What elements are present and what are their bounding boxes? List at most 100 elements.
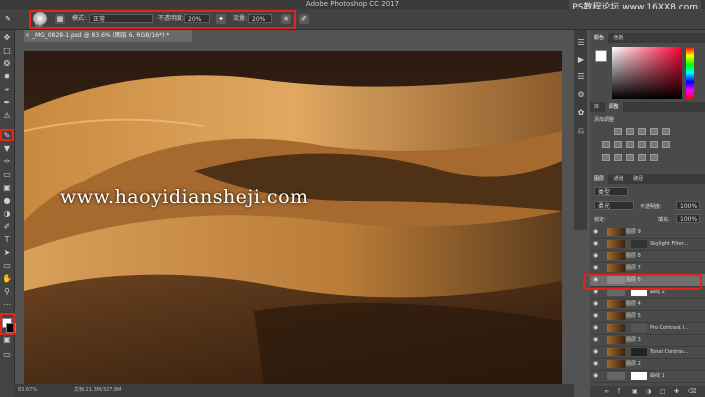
hue-saturation-icon[interactable] — [602, 141, 610, 148]
layer-opacity-field[interactable]: 100% — [676, 201, 700, 210]
brightness-contrast-icon[interactable] — [614, 128, 622, 135]
tools-panel: ✥ □ ❂ ✹ ⌖ ✒ ⚠ ✎ ▼ ✑ ▭ ▣ ● ◑ ✐ T ➤ ▭ ✋ ⚲ … — [0, 30, 15, 397]
visibility-eye-icon[interactable]: ◉ — [593, 346, 600, 358]
exposure-icon[interactable] — [650, 128, 658, 135]
image-canvas[interactable] — [24, 51, 562, 384]
visibility-eye-icon[interactable]: ◉ — [593, 298, 600, 310]
visibility-eye-icon[interactable]: ◉ — [593, 358, 600, 370]
visibility-eye-icon[interactable]: ◉ — [593, 334, 600, 346]
posterize-icon[interactable] — [614, 154, 622, 161]
visibility-eye-icon[interactable]: ◉ — [593, 238, 600, 250]
layer-name: 图层 5 — [626, 313, 641, 319]
move-tool-icon[interactable]: ✥ — [2, 33, 12, 43]
selective-color-icon[interactable] — [650, 154, 658, 161]
type-tool-icon[interactable]: T — [2, 235, 12, 245]
shape-tool-icon[interactable]: ▭ — [2, 261, 12, 271]
fg-bg-mini-swatch[interactable] — [595, 50, 607, 62]
screen-mode-icon[interactable]: ▭ — [2, 350, 12, 360]
new-layer-icon[interactable]: ✚ — [674, 386, 679, 397]
properties-panel-icon[interactable]: ☰ — [576, 72, 586, 82]
tab-channels[interactable]: 通道 — [610, 174, 628, 184]
document-tab[interactable]: × _MG_0828-1.psd @ 83.6% (图层 6, RGB/16*)… — [24, 30, 192, 42]
clone-source-panel-icon[interactable]: ⎌ — [576, 126, 586, 136]
tab-swatches[interactable]: 色板 — [610, 33, 628, 43]
color-picker-field[interactable] — [612, 47, 682, 99]
layer-thumbnail — [607, 300, 625, 308]
pressure-size-icon[interactable]: ✐ — [299, 14, 309, 24]
dodge-tool-icon[interactable]: ◑ — [2, 209, 12, 219]
black-white-icon[interactable] — [626, 141, 634, 148]
tab-libraries[interactable]: 库 — [590, 102, 603, 112]
fill-label: 填充: — [658, 217, 670, 223]
fx-icon[interactable]: f — [618, 386, 620, 397]
blend-mode-select[interactable]: 柔光 — [594, 201, 634, 210]
layer-thumbnail — [607, 360, 625, 368]
marquee-tool-icon[interactable]: □ — [2, 46, 12, 56]
visibility-eye-icon[interactable]: ◉ — [593, 262, 600, 274]
photo-filter-icon[interactable] — [638, 141, 646, 148]
gradient-map-icon[interactable] — [638, 154, 646, 161]
zoom-level[interactable]: 83.67% — [18, 384, 37, 397]
color-lookup-icon[interactable] — [662, 141, 670, 148]
visibility-eye-icon[interactable]: ◉ — [593, 226, 600, 238]
levels-icon[interactable] — [626, 128, 634, 135]
quick-select-tool-icon[interactable]: ✹ — [2, 72, 12, 82]
lasso-tool-icon[interactable]: ❂ — [2, 59, 12, 69]
brush-tool-highlight-box — [0, 129, 14, 141]
channel-mixer-icon[interactable] — [650, 141, 658, 148]
layer-thumbnail — [607, 324, 625, 332]
layer-row[interactable]: ◉ 曲线 1 — [590, 370, 705, 383]
zoom-tool-icon[interactable]: ⚲ — [2, 287, 12, 297]
visibility-eye-icon[interactable]: ◉ — [593, 250, 600, 262]
path-selection-tool-icon[interactable]: ➤ — [2, 248, 12, 258]
quick-mask-icon[interactable]: ▣ — [2, 335, 12, 345]
layer-name: 图层 4 — [626, 301, 641, 307]
invert-icon[interactable] — [602, 154, 610, 161]
hue-slider[interactable] — [686, 47, 694, 99]
info-panel-icon[interactable]: ⚙ — [576, 90, 586, 100]
actions-panel-icon[interactable]: ▶ — [576, 55, 586, 65]
close-tab-icon[interactable]: × — [25, 30, 30, 42]
eraser-tool-icon[interactable]: ▭ — [2, 170, 12, 180]
brush-tool-icon[interactable]: ✎ — [3, 14, 13, 24]
color-balance-icon[interactable] — [614, 141, 622, 148]
history-panel-icon[interactable]: ☰ — [576, 38, 586, 48]
crop-tool-icon[interactable]: ⌖ — [2, 85, 12, 95]
blur-tool-icon[interactable]: ● — [2, 196, 12, 206]
pen-tool-icon[interactable]: ✐ — [2, 222, 12, 232]
layer-thumbnail — [607, 348, 625, 356]
new-group-icon[interactable]: □ — [660, 386, 666, 397]
layer-thumbnail — [607, 240, 625, 248]
layer-thumbnail — [607, 264, 625, 272]
vibrance-icon[interactable] — [662, 128, 670, 135]
layer-name: 图层 7 — [626, 265, 641, 271]
visibility-eye-icon[interactable]: ◉ — [593, 322, 600, 334]
threshold-icon[interactable] — [626, 154, 634, 161]
layer-kind-filter[interactable]: 类型 — [594, 187, 628, 196]
layers-list: ◉ 图层 9 ◉ Skylight Filter... ◉ 图层 8 ◉ 图层 7 ◉ 图… — [590, 226, 705, 386]
eyedropper-tool-icon[interactable]: ✒ — [2, 98, 12, 108]
new-adjustment-icon[interactable]: ◑ — [646, 386, 651, 397]
tab-color[interactable]: 颜色 — [590, 33, 609, 43]
visibility-eye-icon[interactable]: ◉ — [593, 370, 600, 382]
brush-panel-icon[interactable]: ✿ — [576, 108, 586, 118]
add-mask-icon[interactable]: ▣ — [632, 386, 638, 397]
layer-mask-thumbnail — [631, 324, 647, 332]
layer-name: Skylight Filter... — [650, 241, 689, 247]
healing-brush-tool-icon[interactable]: ⚠ — [2, 111, 12, 121]
tab-layers[interactable]: 图层 — [590, 174, 609, 184]
site-watermark-overlay: www.haoyidiansheji.com — [60, 186, 309, 208]
layer-thumbnail — [607, 252, 625, 260]
tab-paths[interactable]: 路径 — [629, 174, 647, 184]
fill-field[interactable]: 100% — [676, 214, 700, 223]
tab-adjustments[interactable]: 调整 — [604, 102, 623, 112]
clone-stamp-tool-icon[interactable]: ▼ — [2, 144, 12, 154]
history-brush-tool-icon[interactable]: ✑ — [2, 157, 12, 167]
delete-layer-icon[interactable]: ⌫ — [688, 386, 696, 397]
more-tools-icon[interactable]: ⋯ — [2, 300, 12, 310]
curves-icon[interactable] — [638, 128, 646, 135]
visibility-eye-icon[interactable]: ◉ — [593, 310, 600, 322]
hand-tool-icon[interactable]: ✋ — [2, 274, 12, 284]
gradient-tool-icon[interactable]: ▣ — [2, 183, 12, 193]
link-layers-icon[interactable]: ∞ — [604, 386, 609, 397]
